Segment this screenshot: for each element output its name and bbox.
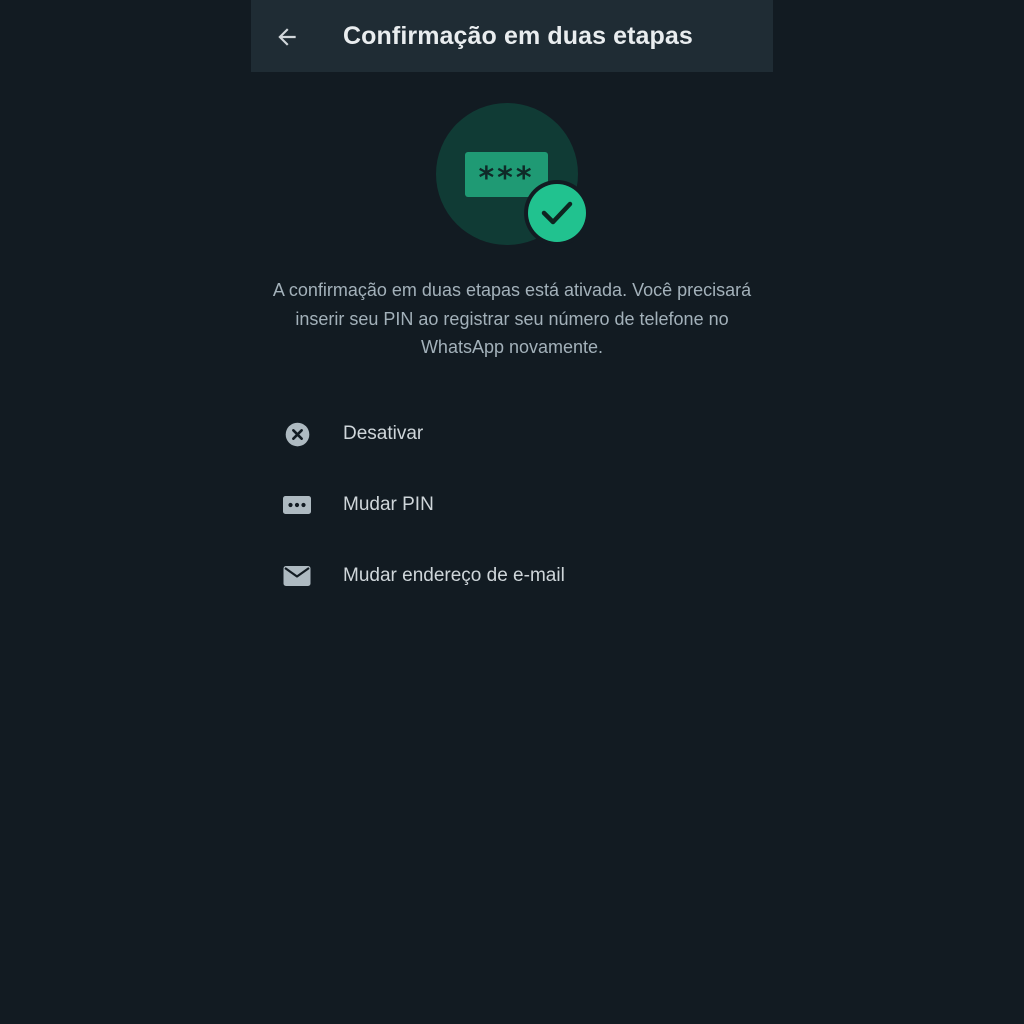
mail-icon <box>272 561 322 591</box>
close-circle-icon <box>272 419 322 449</box>
back-button[interactable] <box>268 18 306 56</box>
hero-illustration: *** <box>435 102 591 246</box>
arrow-left-icon <box>278 28 296 46</box>
pin-mask-text: *** <box>478 161 534 196</box>
status-description: A confirmação em duas etapas está ativad… <box>272 280 752 357</box>
check-badge-icon <box>524 180 590 246</box>
pin-dots-icon <box>272 490 322 520</box>
disable-option[interactable]: Desativar <box>272 406 692 462</box>
disable-option-label: Desativar <box>343 423 424 444</box>
change-pin-option[interactable]: Mudar PIN <box>272 477 692 533</box>
change-pin-option-label: Mudar PIN <box>343 494 434 515</box>
page-title: Confirmação em duas etapas <box>343 22 693 50</box>
two-step-verification-screen: Confirmação em duas etapas *** A confirm… <box>0 0 1024 1024</box>
change-email-option[interactable]: Mudar endereço de e-mail <box>272 548 692 604</box>
change-email-option-label: Mudar endereço de e-mail <box>343 565 565 586</box>
